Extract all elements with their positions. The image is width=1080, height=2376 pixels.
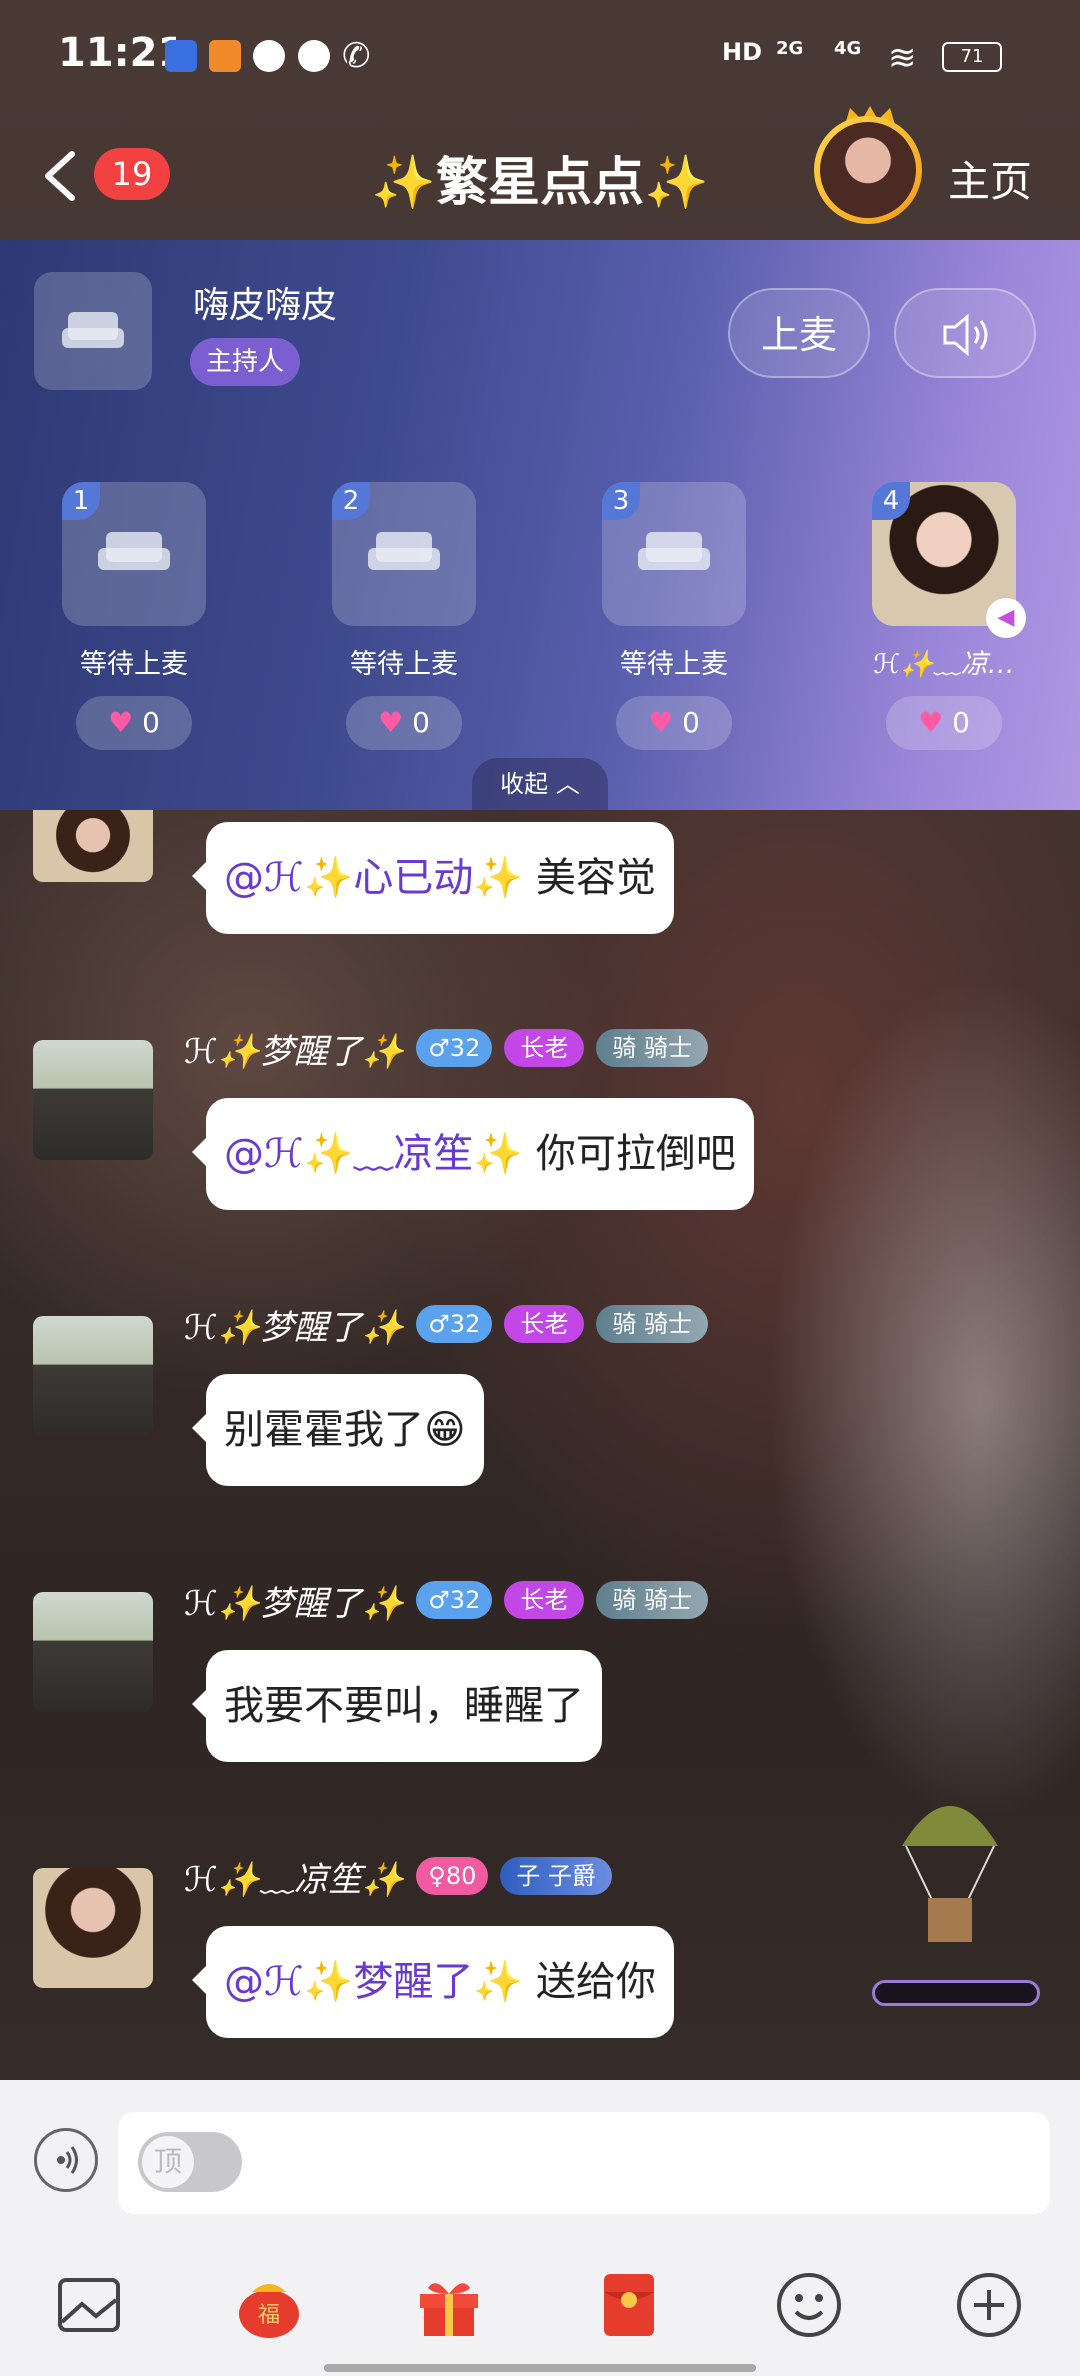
message-header: ℋ✨梦醒了✨ ♂32 长老 骑 骑士 <box>184 1576 708 1624</box>
nickname[interactable]: ℋ✨﹏凉笙✨ <box>184 1852 404 1901</box>
avatar[interactable] <box>33 1868 153 1988</box>
nickname[interactable]: ℋ✨梦醒了✨ <box>184 1300 404 1349</box>
message-input[interactable] <box>118 2112 1050 2214</box>
message-icon <box>298 40 330 72</box>
app-notification-icon <box>165 40 197 72</box>
seat-3[interactable]: 3 <box>602 482 746 626</box>
pin-toggle[interactable]: 顶 <box>138 2132 242 2192</box>
message-header: ℋ✨﹏凉笙✨ ♀80 子 子爵 <box>184 1852 613 1901</box>
seat-4-likes: ♥ 0 <box>886 696 1002 750</box>
host-tag: 主持人 <box>190 338 301 386</box>
back-icon[interactable] <box>40 148 80 204</box>
level-badge: ♀80 <box>416 1857 489 1895</box>
emoji-icon[interactable] <box>774 2270 844 2340</box>
rank-badge: 骑 骑士 <box>596 1029 708 1067</box>
host-name: 嗨皮嗨皮 <box>193 285 338 326</box>
heart-icon: ♥ <box>918 706 944 739</box>
app-icon <box>253 40 285 72</box>
lucky-bag-icon[interactable]: 福 <box>234 2270 304 2340</box>
message-header: ℋ✨梦醒了✨ ♂32 长老 骑 骑士 <box>184 1024 708 1072</box>
missed-call-icon: ✆ <box>342 36 371 76</box>
message-header: ℋ✨梦醒了✨ ♂32 长老 骑 骑士 <box>184 1300 708 1348</box>
message-bubble: 别霍霍我了😁 <box>192 1374 484 1486</box>
taobao-icon <box>209 40 241 72</box>
rank-badge: 子 子爵 <box>500 1857 613 1895</box>
nickname[interactable]: ℋ✨梦醒了✨ <box>184 1024 404 1073</box>
seat-1-label: 等待上麦 <box>80 649 188 680</box>
seat-2-likes: ♥ 0 <box>346 696 462 750</box>
hd-icon: HD <box>722 38 763 66</box>
level-badge: ♂32 <box>416 1581 493 1619</box>
mic-up-button[interactable]: 上麦 <box>728 288 870 378</box>
heart-icon: ♥ <box>378 706 404 739</box>
seat-4-label: ℋ✨﹏凉… <box>873 649 1015 680</box>
avatar[interactable] <box>33 1040 153 1160</box>
heart-icon: ♥ <box>648 706 674 739</box>
level-badge: ♂32 <box>416 1029 493 1067</box>
seat-1-likes: ♥ 0 <box>76 696 192 750</box>
speaker-icon <box>943 313 988 357</box>
sofa-icon <box>62 312 124 348</box>
plus-icon[interactable] <box>954 2270 1024 2340</box>
owner-avatar[interactable] <box>814 116 922 224</box>
message-bubble: @ℋ✨梦醒了✨ 送给你 <box>192 1926 674 2038</box>
home-button[interactable]: 主页 <box>948 148 1032 209</box>
heart-icon: ♥ <box>108 706 134 739</box>
room-title: ✨繁星点点✨ <box>371 153 709 213</box>
message-bubble: @ℋ✨心已动✨ 美容觉 <box>192 822 674 934</box>
image-icon[interactable] <box>54 2270 124 2340</box>
wifi-icon: ≋ <box>888 38 917 78</box>
message-bubble: @ℋ✨﹏凉笙✨ 你可拉倒吧 <box>192 1098 754 1210</box>
message-bubble: 我要不要叫，睡醒了 <box>192 1650 602 1762</box>
seat-2-label: 等待上麦 <box>350 649 458 680</box>
role-badge: 长老 <box>504 1581 585 1619</box>
seat-2[interactable]: 2 <box>332 482 476 626</box>
speaker-button[interactable] <box>894 288 1036 378</box>
svg-text:福: 福 <box>258 2303 280 2328</box>
voice-icon <box>57 2146 78 2174</box>
parachute-icon[interactable] <box>898 1786 1002 1956</box>
seat-3-likes: ♥ 0 <box>616 696 732 750</box>
seat-1[interactable]: 1 <box>62 482 206 626</box>
signal-2g: 2G <box>776 38 804 59</box>
home-indicator[interactable] <box>324 2364 756 2372</box>
level-badge: ♂32 <box>416 1305 493 1343</box>
collapse-button[interactable]: 收起 ︿ <box>472 758 608 810</box>
red-packet-icon[interactable] <box>594 2270 664 2340</box>
unread-badge: 19 <box>94 148 170 200</box>
role-badge: 长老 <box>504 1029 585 1067</box>
role-badge: 长老 <box>504 1305 585 1343</box>
gift-icon[interactable] <box>414 2270 484 2340</box>
airdrop-progress <box>872 1980 1040 2006</box>
avatar[interactable] <box>33 810 153 882</box>
signal-4g: 4G <box>834 38 862 59</box>
avatar[interactable] <box>33 1592 153 1712</box>
host-seat[interactable] <box>34 272 152 390</box>
speaking-icon: ◀ <box>986 598 1026 638</box>
seat-3-label: 等待上麦 <box>620 649 728 680</box>
rank-badge: 骑 骑士 <box>596 1305 708 1343</box>
battery-icon: 71 <box>942 42 1002 72</box>
voice-button[interactable] <box>34 2128 98 2192</box>
nickname[interactable]: ℋ✨梦醒了✨ <box>184 1576 404 1625</box>
avatar[interactable] <box>33 1316 153 1436</box>
rank-badge: 骑 骑士 <box>596 1581 708 1619</box>
